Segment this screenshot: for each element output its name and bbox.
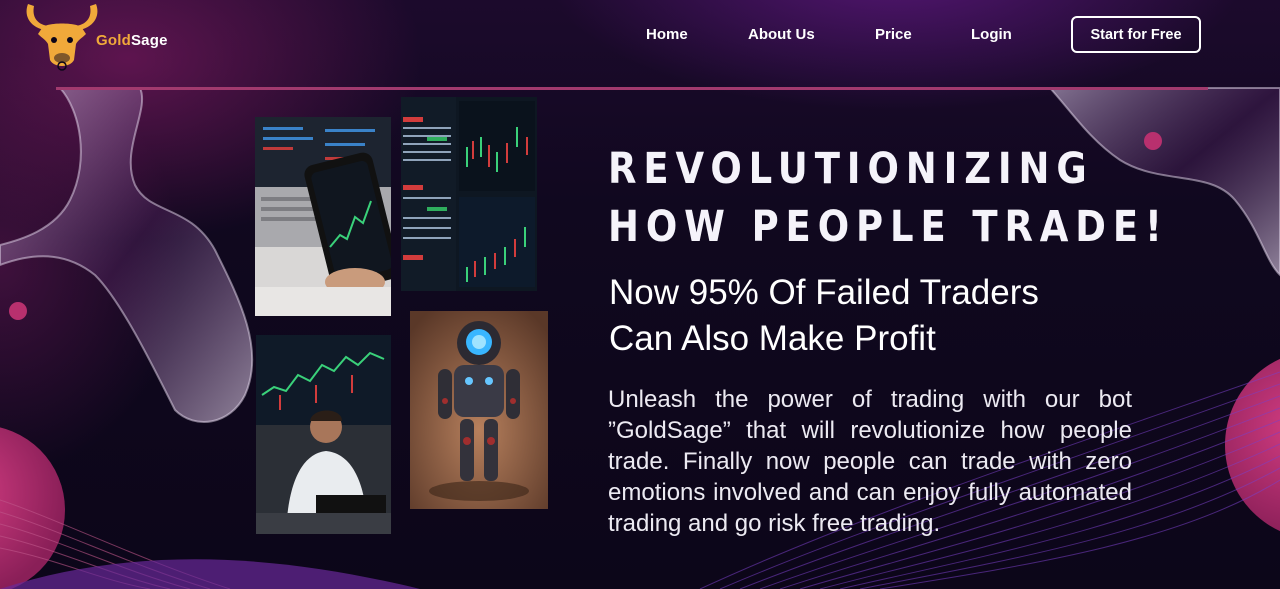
- trading-screens-photo: [401, 97, 537, 291]
- dot-left: [9, 302, 27, 320]
- hero-headline: REVOLUTIONIZING HOW PEOPLE TRADE!: [608, 140, 1169, 256]
- nav-login[interactable]: Login: [971, 26, 1012, 46]
- bull-head-icon: [26, 4, 98, 71]
- header-divider: [56, 87, 1208, 90]
- hero-description: Unleash the power of trading with our bo…: [608, 386, 1132, 537]
- brand-name: GoldSage: [96, 32, 168, 49]
- pink-ball-bottom-left: [0, 427, 65, 589]
- brand-logo[interactable]: GoldSage: [22, 0, 182, 72]
- nav-about-us[interactable]: About Us: [748, 26, 815, 46]
- trader-at-desk-photo: [256, 335, 391, 534]
- nav-price[interactable]: Price: [875, 26, 912, 46]
- start-for-free-button[interactable]: Start for Free: [1071, 16, 1201, 53]
- purple-wave-bottom: [0, 559, 420, 589]
- headline-line-2: HOW PEOPLE TRADE!: [608, 202, 1169, 252]
- brand-name-gold: Gold: [96, 32, 131, 49]
- brand-name-white: Sage: [130, 32, 168, 49]
- pink-ball-right: [1225, 358, 1280, 532]
- hero-subheadline: Now 95% Of Failed Traders Can Also Make …: [609, 270, 1039, 362]
- subheadline-line-2: Can Also Make Profit: [609, 319, 936, 358]
- headline-line-1: REVOLUTIONIZING: [608, 144, 1094, 194]
- glass-blob-left: [0, 87, 254, 423]
- nav-home[interactable]: Home: [646, 26, 688, 46]
- subheadline-line-1: Now 95% Of Failed Traders: [609, 273, 1039, 312]
- robot-photo: [410, 311, 548, 509]
- phone-trading-photo: [255, 117, 391, 316]
- site-header: GoldSage Home About Us Price Login Start…: [0, 0, 1280, 86]
